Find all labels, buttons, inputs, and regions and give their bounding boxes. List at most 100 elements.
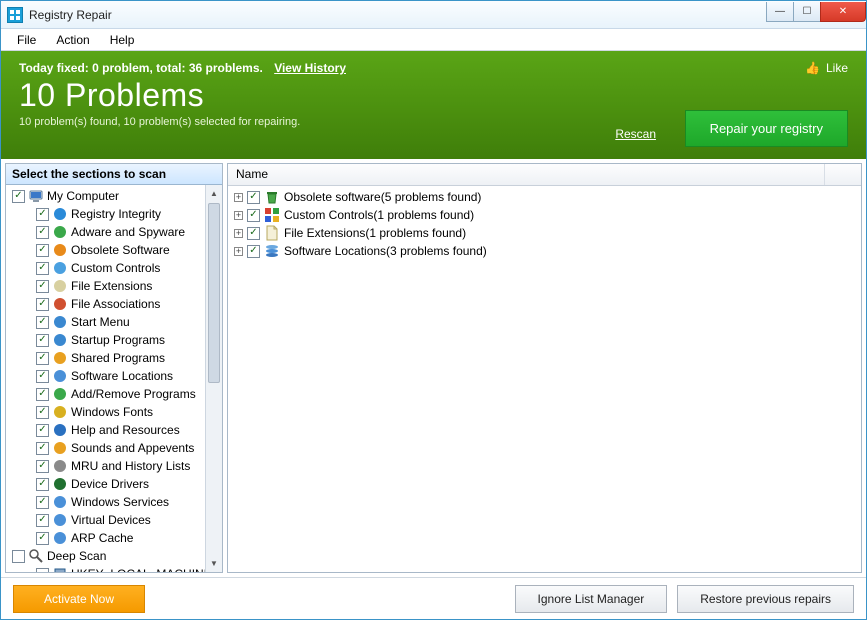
checkbox[interactable]: [36, 316, 49, 329]
tree-item-section-9[interactable]: Software Locations: [8, 367, 205, 385]
checkbox[interactable]: [36, 352, 49, 365]
expand-icon[interactable]: +: [234, 229, 243, 238]
checkbox[interactable]: [36, 370, 49, 383]
expand-icon[interactable]: +: [234, 247, 243, 256]
tree-item-section-11[interactable]: Windows Fonts: [8, 403, 205, 421]
tree-item-section-0[interactable]: Registry Integrity: [8, 205, 205, 223]
tree-label: Start Menu: [71, 315, 130, 329]
result-row[interactable]: + Software Locations(3 problems found): [228, 242, 861, 260]
result-row[interactable]: + Obsolete software(5 problems found): [228, 188, 861, 206]
expand-icon[interactable]: +: [234, 193, 243, 202]
scroll-down-arrow[interactable]: ▼: [206, 555, 222, 572]
close-button[interactable]: ✕: [820, 2, 866, 22]
section-14-icon: [52, 458, 68, 474]
results-list[interactable]: + Obsolete software(5 problems found) +Cus…: [228, 186, 861, 572]
checkbox[interactable]: [12, 550, 25, 563]
result-row[interactable]: +Custom Controls(1 problems found): [228, 206, 861, 224]
scroll-up-arrow[interactable]: ▲: [206, 185, 222, 202]
tree-item-section-2[interactable]: Obsolete Software: [8, 241, 205, 259]
problem-count-title: 10 Problems: [19, 77, 848, 114]
checkbox[interactable]: [36, 208, 49, 221]
tree-item-section-8[interactable]: Shared Programs: [8, 349, 205, 367]
menu-file[interactable]: File: [7, 31, 46, 49]
tree-item-section-12[interactable]: Help and Resources: [8, 421, 205, 439]
tree-item-section-6[interactable]: Start Menu: [8, 313, 205, 331]
fixed-count: 0 problem: [92, 61, 149, 75]
tree-scrollbar[interactable]: ▲ ▼: [205, 185, 222, 572]
tree-item-deep-scan[interactable]: Deep Scan: [8, 547, 205, 565]
section-0-icon: [52, 206, 68, 222]
checkbox[interactable]: [36, 532, 49, 545]
tree-item-section-16[interactable]: Windows Services: [8, 493, 205, 511]
tree-item-section-14[interactable]: MRU and History Lists: [8, 457, 205, 475]
minimize-button[interactable]: —: [766, 2, 794, 22]
checkbox[interactable]: [36, 388, 49, 401]
result-row[interactable]: +File Extensions(1 problems found): [228, 224, 861, 242]
checkbox[interactable]: [36, 496, 49, 509]
view-history-link[interactable]: View History: [274, 61, 346, 75]
section-6-icon: [52, 314, 68, 330]
tree-item-hklm[interactable]: HKEY_LOCAL_MACHINE: [8, 565, 205, 572]
ignore-list-button[interactable]: Ignore List Manager: [515, 585, 668, 613]
tree-item-my-computer[interactable]: My Computer: [8, 187, 205, 205]
checkbox[interactable]: [36, 478, 49, 491]
tree-item-section-10[interactable]: Add/Remove Programs: [8, 385, 205, 403]
main-body: Select the sections to scan My ComputerR…: [1, 159, 866, 577]
checkbox[interactable]: [36, 226, 49, 239]
column-name[interactable]: Name: [228, 164, 825, 185]
checkbox[interactable]: [36, 298, 49, 311]
tree-item-section-13[interactable]: Sounds and Appevents: [8, 439, 205, 457]
tree-item-section-17[interactable]: Virtual Devices: [8, 511, 205, 529]
repair-button[interactable]: Repair your registry: [685, 110, 848, 147]
footer: Activate Now Ignore List Manager Restore…: [1, 577, 866, 619]
result-label: Obsolete software(5 problems found): [284, 190, 481, 204]
checkbox[interactable]: [36, 514, 49, 527]
tree-item-section-15[interactable]: Device Drivers: [8, 475, 205, 493]
checkbox[interactable]: [36, 334, 49, 347]
expand-icon[interactable]: +: [234, 211, 243, 220]
tree-label: Adware and Spyware: [71, 225, 185, 239]
checkbox[interactable]: [12, 190, 25, 203]
section-11-icon: [52, 404, 68, 420]
checkbox[interactable]: [36, 262, 49, 275]
menu-action[interactable]: Action: [46, 31, 99, 49]
restore-button[interactable]: Restore previous repairs: [677, 585, 854, 613]
tree-item-section-18[interactable]: ARP Cache: [8, 529, 205, 547]
app-icon: [7, 7, 23, 23]
tree-label: File Associations: [71, 297, 160, 311]
sections-tree[interactable]: My ComputerRegistry Integrity Adware and …: [6, 185, 205, 572]
rescan-link[interactable]: Rescan: [615, 127, 656, 141]
checkbox[interactable]: [247, 209, 260, 222]
scroll-thumb[interactable]: [208, 203, 220, 383]
tree-item-section-1[interactable]: Adware and Spyware: [8, 223, 205, 241]
menubar: File Action Help: [1, 29, 866, 51]
maximize-button[interactable]: ☐: [793, 2, 821, 22]
checkbox[interactable]: [36, 568, 49, 573]
checkbox[interactable]: [247, 245, 260, 258]
like-button[interactable]: 👍 Like: [805, 61, 848, 75]
section-9-icon: [52, 368, 68, 384]
tree-item-section-5[interactable]: File Associations: [8, 295, 205, 313]
checkbox[interactable]: [247, 227, 260, 240]
result-label: Software Locations(3 problems found): [284, 244, 487, 258]
checkbox[interactable]: [36, 424, 49, 437]
activate-button[interactable]: Activate Now: [13, 585, 145, 613]
checkbox[interactable]: [36, 244, 49, 257]
section-4-icon: [52, 278, 68, 294]
tree-label: Deep Scan: [47, 549, 106, 563]
checkbox[interactable]: [247, 191, 260, 204]
tree-item-section-4[interactable]: File Extensions: [8, 277, 205, 295]
tree-item-section-7[interactable]: Startup Programs: [8, 331, 205, 349]
like-label: Like: [826, 61, 848, 75]
checkbox[interactable]: [36, 460, 49, 473]
checkbox[interactable]: [36, 406, 49, 419]
tree-label: Custom Controls: [71, 261, 160, 275]
tree-item-section-3[interactable]: Custom Controls: [8, 259, 205, 277]
checkbox[interactable]: [36, 280, 49, 293]
checkbox[interactable]: [36, 442, 49, 455]
status-prefix: Today fixed:: [19, 61, 92, 75]
tree-label: ARP Cache: [71, 531, 133, 545]
titlebar: Registry Repair — ☐ ✕: [1, 1, 866, 29]
tree-label: Help and Resources: [71, 423, 180, 437]
menu-help[interactable]: Help: [100, 31, 145, 49]
